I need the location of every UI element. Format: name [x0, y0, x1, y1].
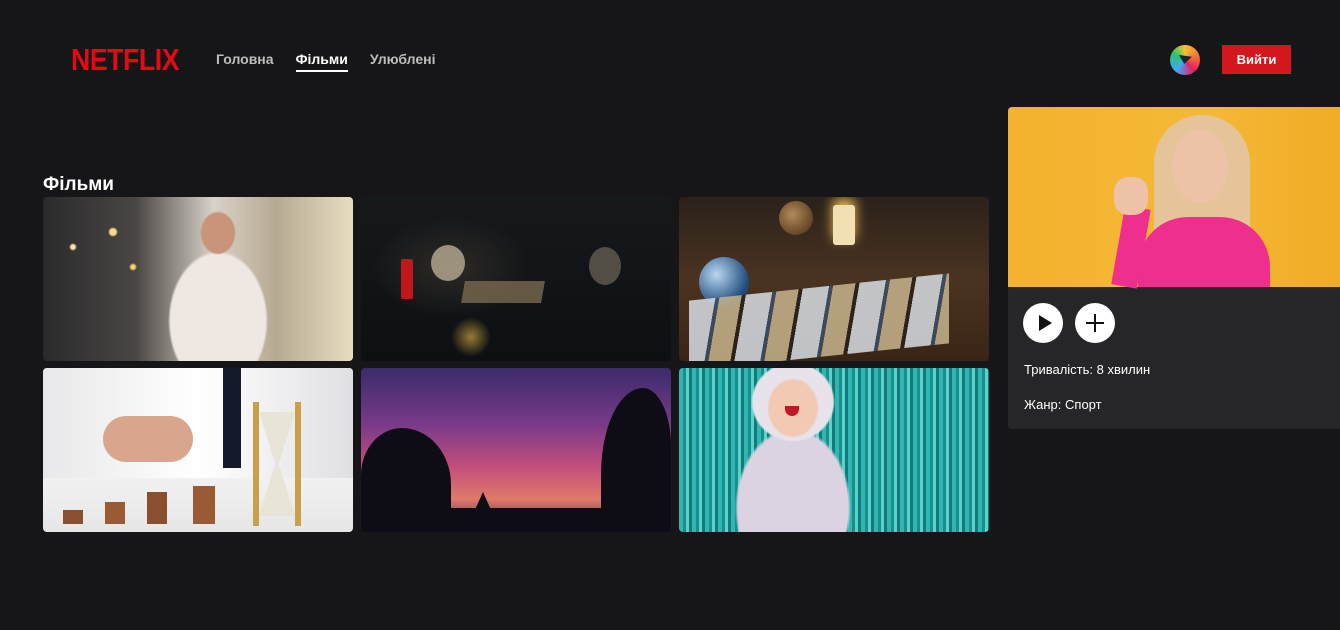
movie-thumbnail [43, 368, 353, 532]
movie-grid [43, 197, 989, 532]
movie-card-2[interactable] [361, 197, 671, 361]
movie-thumbnail [361, 368, 671, 532]
movie-thumbnail [361, 197, 671, 361]
add-to-list-button[interactable] [1075, 303, 1115, 343]
plus-icon [1086, 314, 1104, 332]
movie-thumbnail [43, 197, 353, 361]
movie-card-4[interactable] [43, 368, 353, 532]
movie-card-5[interactable] [361, 368, 671, 532]
movie-card-3[interactable] [679, 197, 989, 361]
detail-poster [1008, 107, 1340, 289]
play-icon [1038, 315, 1052, 331]
nav-favorites[interactable]: Улюблені [370, 51, 436, 72]
movie-thumbnail [679, 368, 989, 532]
movie-card-6[interactable] [679, 368, 989, 532]
nav-home[interactable]: Головна [216, 51, 274, 72]
section-title: Фільми [43, 174, 114, 195]
duration-text: Тривалість: 8 хвилин [1024, 362, 1151, 377]
movie-thumbnail [679, 197, 989, 361]
movie-detail-panel: Тривалість: 8 хвилин Жанр: Спорт [1008, 107, 1340, 429]
movie-card-1[interactable] [43, 197, 353, 361]
genre-text: Жанр: Спорт [1024, 397, 1102, 412]
play-button[interactable] [1023, 303, 1063, 343]
logout-button[interactable]: Вийти [1222, 45, 1291, 74]
avatar[interactable] [1170, 45, 1200, 75]
netflix-logo[interactable]: NETFLIX [71, 42, 180, 78]
detail-controls [1023, 303, 1115, 343]
nav-movies[interactable]: Фільми [295, 51, 348, 72]
header: NETFLIX Головна Фільми Улюблені Вийти [0, 0, 1340, 120]
main-nav: Головна Фільми Улюблені [216, 51, 436, 72]
